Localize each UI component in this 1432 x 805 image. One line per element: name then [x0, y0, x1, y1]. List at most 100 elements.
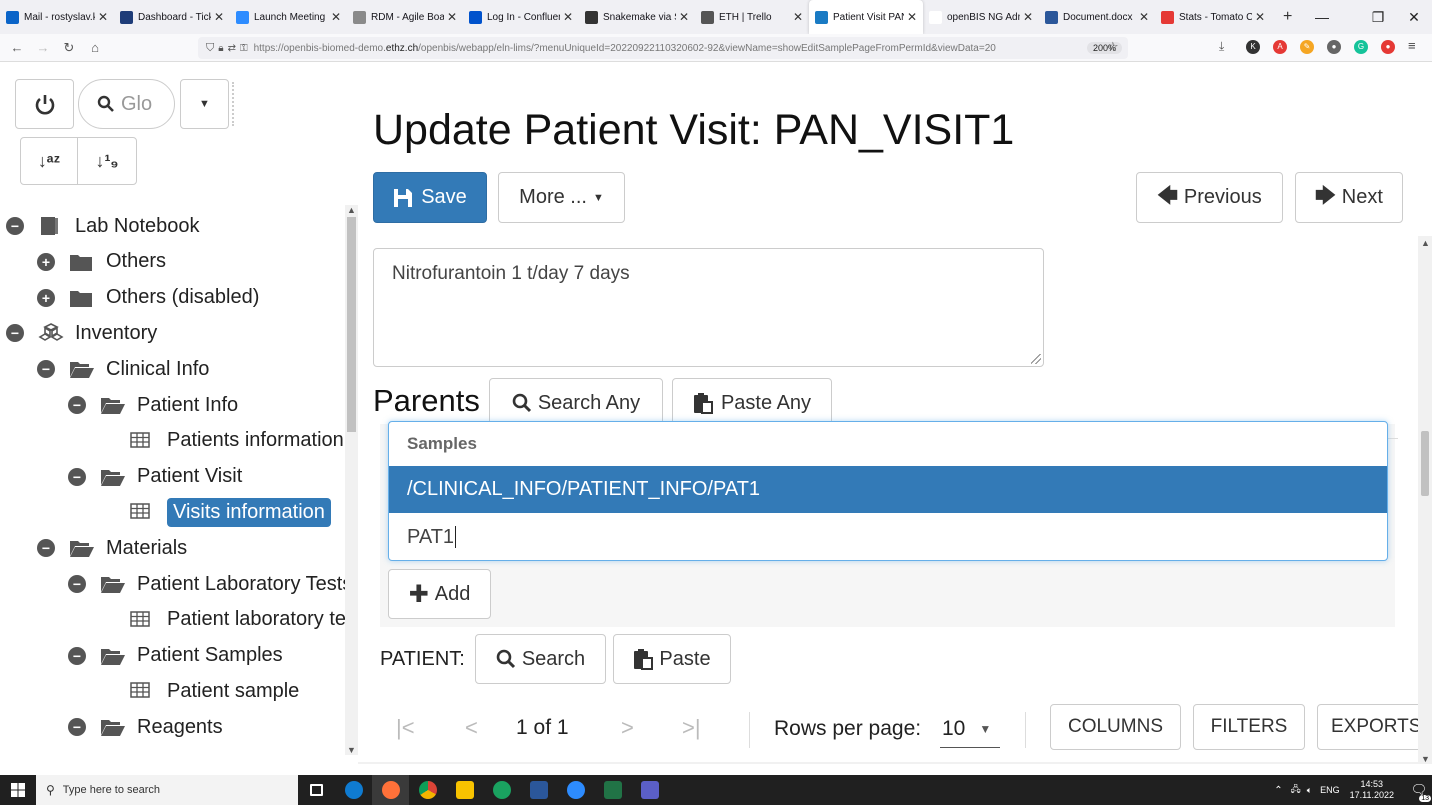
filters-button[interactable]: FILTERS — [1193, 704, 1305, 750]
collapse-icon[interactable]: − — [68, 718, 86, 737]
notes-textarea[interactable]: Nitrofurantoin 1 t/day 7 days — [373, 248, 1044, 367]
chrome-icon[interactable] — [409, 775, 446, 805]
collapse-icon[interactable]: − — [37, 539, 55, 558]
tree-scrollbar[interactable]: ▲ ▼ — [345, 205, 358, 755]
close-tab-icon[interactable]: ✕ — [563, 10, 573, 24]
collapse-icon[interactable]: − — [68, 396, 86, 414]
parents-search-input[interactable]: PAT1 — [389, 513, 1387, 560]
scroll-down-arrow[interactable]: ▼ — [1421, 754, 1430, 764]
scroll-up-arrow[interactable]: ▲ — [347, 205, 356, 215]
tree-node[interactable]: Patient sample — [130, 673, 305, 709]
browser-tab[interactable]: Mail - rostyslav.ku✕ — [0, 0, 114, 34]
extension-brush-icon[interactable]: ✎ — [1300, 40, 1314, 54]
sort-numeric-button[interactable]: ↓¹₉ — [77, 137, 137, 185]
file-explorer-icon[interactable] — [446, 775, 483, 805]
tree-node[interactable]: Visits information — [130, 494, 331, 530]
close-tab-icon[interactable]: ✕ — [907, 10, 917, 24]
collapse-icon[interactable]: − — [6, 217, 24, 235]
notification-center-icon[interactable]: 🗨︎ 13 — [1406, 775, 1432, 805]
rows-per-page-select[interactable]: 10 ▼ — [940, 710, 1000, 748]
language-indicator[interactable]: ENG — [1320, 785, 1340, 795]
firefox-icon[interactable] — [372, 775, 409, 805]
minimize-window-button[interactable]: — — [1300, 0, 1344, 34]
expand-icon[interactable]: + — [37, 288, 55, 307]
resize-handle[interactable] — [1031, 354, 1041, 364]
save-button[interactable]: Save — [373, 172, 487, 223]
sort-alpha-button[interactable]: ↓ᵃᶻ — [20, 137, 78, 185]
grammarly-icon[interactable]: G — [1354, 40, 1368, 54]
collapse-icon[interactable]: − — [68, 646, 86, 665]
browser-tab[interactable]: RDM - Agile Board✕ — [347, 0, 463, 34]
close-tab-icon[interactable]: ✕ — [447, 10, 457, 24]
browser-tab[interactable]: Dashboard - Ticket✕ — [114, 0, 230, 34]
tree-node[interactable]: + Others (disabled) — [37, 280, 265, 316]
menu-icon[interactable]: ≡ — [1408, 38, 1416, 53]
close-tab-icon[interactable]: ✕ — [793, 10, 803, 24]
close-tab-icon[interactable]: ✕ — [98, 10, 108, 24]
main-scrollbar[interactable]: ▲ ▼ — [1418, 236, 1432, 764]
close-tab-icon[interactable]: ✕ — [1023, 10, 1033, 24]
browser-tab[interactable]: ETH | Trello ✕ — [695, 0, 809, 34]
tree-node[interactable]: − Materials — [37, 530, 193, 566]
reload-button[interactable]: ↻ — [56, 40, 82, 56]
browser-tab[interactable]: openBIS NG Admin✕ — [923, 0, 1039, 34]
tree-node[interactable]: − Patient Visit — [68, 459, 248, 495]
teams-icon[interactable] — [631, 775, 668, 805]
adblock-icon[interactable]: A — [1273, 40, 1287, 54]
home-button[interactable]: ⌂ — [82, 40, 108, 55]
tree-node[interactable]: − Patient Samples — [68, 638, 289, 674]
patient-search-button[interactable]: Search — [475, 634, 606, 684]
extension-k-icon[interactable]: K — [1246, 40, 1260, 54]
taskbar-search-input[interactable]: ⚲ Type here to search — [36, 775, 298, 805]
collapse-icon[interactable]: − — [6, 324, 24, 343]
sync-app-icon[interactable] — [483, 775, 520, 805]
browser-tab[interactable]: Log In - Confluenc✕ — [463, 0, 579, 34]
scroll-up-arrow[interactable]: ▲ — [1421, 238, 1430, 248]
columns-button[interactable]: COLUMNS — [1050, 704, 1181, 750]
dropdown-option[interactable]: /CLINICAL_INFO/PATIENT_INFO/PAT1 — [389, 466, 1387, 513]
browser-tab[interactable]: Patient Visit PAN_V✕ — [809, 0, 923, 34]
back-button[interactable]: ← — [4, 40, 30, 55]
browser-tab[interactable]: Document.docx ✕ — [1039, 0, 1155, 34]
close-tab-icon[interactable]: ✕ — [1255, 10, 1265, 24]
tree-node[interactable]: − Lab Notebook — [6, 208, 206, 244]
tree-node[interactable]: − Clinical Info — [37, 351, 215, 387]
tree-node[interactable]: − Reagents — [68, 709, 229, 745]
close-window-button[interactable]: ✕ — [1392, 0, 1432, 34]
next-page-icon[interactable]: > — [621, 715, 634, 741]
logout-button[interactable] — [15, 79, 74, 129]
tomato-clock-icon[interactable]: ● — [1381, 40, 1395, 54]
tree-node[interactable]: + Others — [37, 244, 172, 280]
close-tab-icon[interactable]: ✕ — [679, 10, 689, 24]
patient-paste-button[interactable]: Paste — [613, 634, 731, 684]
scroll-down-arrow[interactable]: ▼ — [347, 745, 356, 755]
word-icon[interactable] — [520, 775, 557, 805]
zoom-icon[interactable] — [557, 775, 594, 805]
bookmark-star-icon[interactable]: ☆ — [1107, 39, 1119, 55]
collapse-icon[interactable]: − — [68, 467, 86, 486]
network-icon[interactable]: 🖧 — [1291, 782, 1301, 798]
close-tab-icon[interactable]: ✕ — [331, 10, 341, 24]
excel-icon[interactable] — [594, 775, 631, 805]
close-tab-icon[interactable]: ✕ — [1139, 10, 1149, 24]
browser-tab[interactable]: Launch Meeting - ✕ — [230, 0, 347, 34]
next-button[interactable]: 🡆 Next — [1295, 172, 1403, 223]
global-search-input[interactable]: Glo — [78, 79, 175, 129]
prev-page-icon[interactable]: < — [465, 715, 478, 741]
chevron-up-icon[interactable]: ⌃ — [1274, 785, 1282, 796]
tree-node[interactable]: Patients information — [130, 423, 345, 459]
collapse-icon[interactable]: − — [68, 575, 86, 593]
url-bar[interactable]: ⛉ 🔒︎ ⇄ ⚿ https://openbis-biomed-demo.eth… — [198, 37, 1128, 59]
tree-node[interactable]: Patient laboratory tests — [130, 602, 345, 638]
extension-bulb-icon[interactable]: ● — [1327, 40, 1341, 54]
tree-scrollbar-thumb[interactable] — [347, 217, 356, 432]
forward-button[interactable]: → — [30, 40, 56, 55]
tree-node[interactable]: − Patient Laboratory Tests — [68, 566, 345, 602]
start-button[interactable] — [0, 775, 36, 805]
search-options-dropdown[interactable]: ▼ — [180, 79, 229, 129]
horizontal-scrollbar[interactable]: ◀ ▶ — [358, 762, 1418, 764]
exports-button[interactable]: EXPORTS — [1317, 704, 1418, 750]
browser-tab[interactable]: Stats - Tomato Clo✕ — [1155, 0, 1271, 34]
task-view-icon[interactable] — [298, 775, 335, 805]
previous-button[interactable]: 🡄 Previous — [1136, 172, 1283, 223]
